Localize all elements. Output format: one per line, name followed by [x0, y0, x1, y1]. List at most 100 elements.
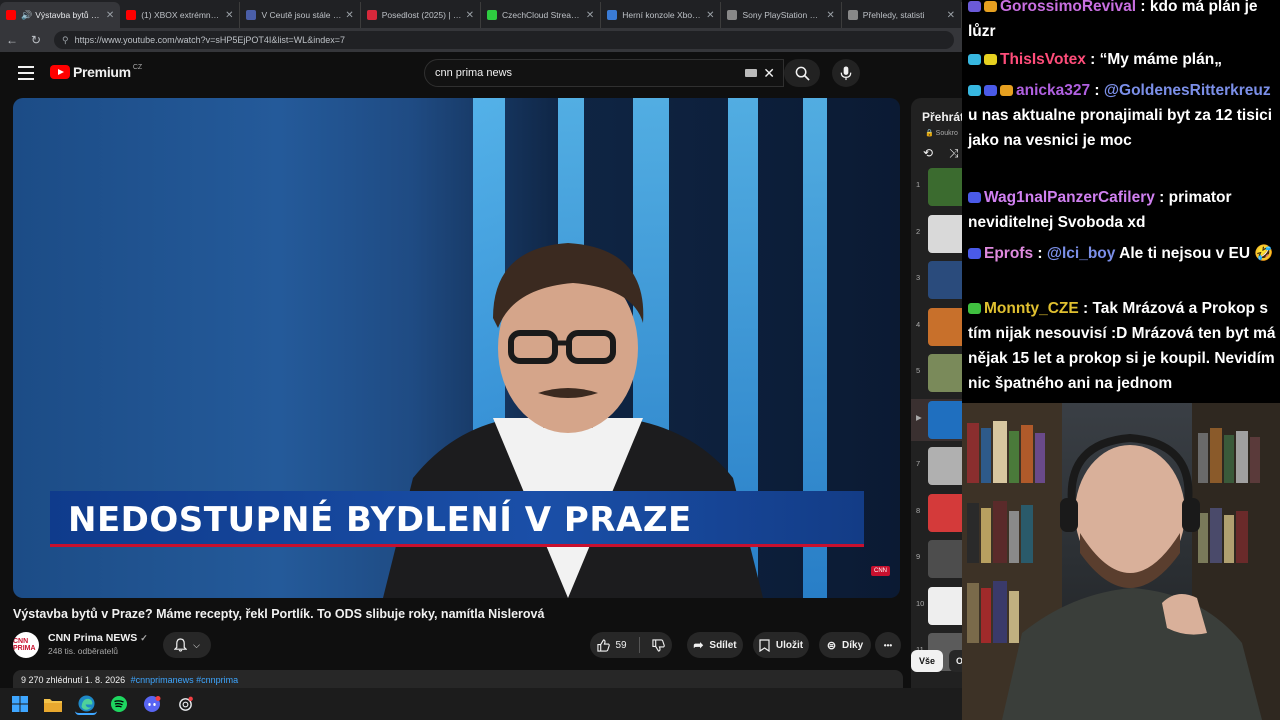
- tab-favicon-icon: [607, 10, 618, 20]
- browser-tab[interactable]: (1) XBOX extrémně zdra ✕: [120, 2, 241, 28]
- browser-tab[interactable]: 🔊Výstavba bytů v Praz ✕: [0, 2, 121, 28]
- browser-tab[interactable]: CzechCloud Stream - W ✕: [481, 2, 602, 28]
- cnn-prima-watermark: CNN: [871, 566, 890, 576]
- chat-badge-icon: [1000, 85, 1013, 96]
- playlist-privacy: 🔒 Soukro: [925, 130, 958, 137]
- subscription-bell-button[interactable]: ⌵: [163, 632, 211, 658]
- tab-favicon-icon: [126, 10, 137, 20]
- chatgpt-icon[interactable]: [174, 693, 196, 715]
- windows-start-icon[interactable]: [9, 693, 31, 715]
- playlist-item[interactable]: 2: [911, 213, 962, 255]
- tab-favicon-icon: [246, 10, 257, 20]
- chat-username[interactable]: GorossimoRevival: [1000, 0, 1136, 15]
- chat-username[interactable]: Eprofs: [984, 245, 1033, 262]
- tab-bar: 🔊Výstavba bytů v Praz✕(1) XBOX extrémně …: [0, 0, 962, 28]
- playlist-item[interactable]: 9: [911, 538, 962, 580]
- loop-icon[interactable]: ⟲: [923, 146, 933, 160]
- edge-browser-icon[interactable]: [75, 693, 97, 715]
- chip-all[interactable]: Vše: [911, 650, 943, 672]
- file-explorer-icon[interactable]: [42, 693, 64, 715]
- chat-badge-icon: [984, 85, 997, 96]
- youtube-logo[interactable]: Premium CZ: [50, 64, 142, 80]
- chat-text: : “My máme plán„: [1085, 51, 1222, 68]
- browser-tab[interactable]: Přehledy, statisti ✕: [842, 2, 962, 28]
- tab-title: V Ceutě jsou stále lisice: [261, 10, 341, 20]
- share-button[interactable]: ➦ Sdílet: [687, 632, 743, 658]
- chat-text: :: [1033, 245, 1047, 262]
- site-info-icon[interactable]: ⚲: [62, 35, 69, 46]
- search-input[interactable]: cnn prima news ✕: [424, 59, 784, 87]
- chat-username[interactable]: anicka327: [1016, 82, 1090, 99]
- shuffle-icon[interactable]: ⤨: [949, 146, 959, 161]
- chat-mention[interactable]: @lci_boy: [1047, 245, 1116, 262]
- playlist-item-index: 2: [916, 226, 921, 236]
- tab-title: CzechCloud Stream - W: [501, 10, 582, 20]
- tab-title: (1) XBOX extrémně zdra: [141, 10, 221, 20]
- save-button[interactable]: Uložit: [753, 632, 809, 658]
- playlist-title: Přehrát: [922, 110, 962, 124]
- channel-name[interactable]: CNN Prima NEWS ✓: [48, 632, 148, 644]
- browser-tab[interactable]: Posedlost (2025) | ČSFD ✕: [361, 2, 481, 28]
- thumbs-down-icon[interactable]: [651, 638, 665, 652]
- hamburger-menu-icon[interactable]: [18, 66, 34, 80]
- chat-message: Eprofs : @lci_boy Ale ti nejsou v EU 🤣: [968, 241, 1280, 266]
- logo-region: CZ: [132, 63, 143, 71]
- playlist-item-index: 4: [916, 319, 921, 329]
- tab-close-icon[interactable]: ✕: [106, 10, 114, 21]
- chip-other[interactable]: O: [949, 650, 962, 672]
- reload-icon[interactable]: ↻: [24, 33, 48, 47]
- channel-avatar[interactable]: CNN PRIMA: [13, 632, 39, 658]
- browser-tab[interactable]: V Ceutě jsou stále lisice ✕: [240, 2, 361, 28]
- playlist-item[interactable]: 5: [911, 352, 962, 394]
- back-icon[interactable]: ←: [0, 33, 24, 47]
- windows-taskbar: [0, 688, 962, 720]
- tab-close-icon[interactable]: ✕: [586, 10, 594, 21]
- tab-favicon-icon: [727, 10, 738, 20]
- tab-close-icon[interactable]: ✕: [466, 10, 474, 21]
- tab-close-icon[interactable]: ✕: [826, 10, 834, 21]
- playlist-item[interactable]: 8: [911, 492, 962, 534]
- browser-tab[interactable]: Sony PlayStation 4 Slim✕: [721, 2, 842, 28]
- playlist-item[interactable]: 7: [911, 445, 962, 487]
- playlist-item-thumbnail: [928, 586, 962, 625]
- clear-search-icon[interactable]: ✕: [763, 65, 775, 82]
- playlist-item-index: 8: [916, 505, 921, 515]
- browser-tab[interactable]: Herní konzole Xbox Seri ✕: [601, 2, 722, 28]
- tab-close-icon[interactable]: ✕: [345, 10, 353, 21]
- url-field[interactable]: ⚲ https://www.youtube.com/watch?v=sHP5Ej…: [54, 31, 954, 49]
- playlist-item[interactable]: ▶: [911, 398, 962, 441]
- stream-chat: GorossimoRevival : kdo má plán je lůzr Th…: [962, 0, 1280, 403]
- playlist-item-index: 7: [916, 459, 921, 468]
- video-player[interactable]: NEDOSTUPNÉ BYDLENÍ V PRAZE CNN: [13, 98, 900, 598]
- tab-audio-icon[interactable]: 🔊: [21, 10, 32, 21]
- chat-mention[interactable]: @GoldenesRitterkreuz: [1104, 82, 1271, 99]
- chat-username[interactable]: ThisIsVotex: [1000, 51, 1086, 68]
- playlist-item[interactable]: 10: [911, 585, 962, 627]
- search-button[interactable]: [784, 59, 820, 87]
- like-count: 59: [615, 639, 627, 651]
- chat-text: u nas aktualne pronajimali byt za 12 tis…: [968, 107, 1273, 149]
- hashtags[interactable]: #cnnprimanews #cnnprima: [131, 675, 239, 685]
- more-actions-button[interactable]: •••: [875, 632, 901, 658]
- chat-badge-icon: [968, 54, 981, 65]
- playlist-item[interactable]: 3: [911, 259, 962, 301]
- playlist-item[interactable]: 1: [911, 166, 962, 208]
- playlist-item[interactable]: 4: [911, 306, 962, 348]
- playlist-item-index: 5: [916, 366, 921, 375]
- tab-close-icon[interactable]: ✕: [706, 10, 714, 21]
- voice-search-button[interactable]: [832, 59, 860, 87]
- address-bar: ← ↻ ⚲ https://www.youtube.com/watch?v=sH…: [0, 28, 962, 52]
- tab-favicon-icon: [847, 10, 858, 20]
- tab-close-icon[interactable]: ✕: [947, 10, 955, 21]
- playlist-item-thumbnail: [928, 447, 962, 485]
- discord-icon[interactable]: [141, 693, 163, 715]
- keyboard-icon[interactable]: [745, 69, 757, 77]
- subscriber-count: 248 tis. odběratelů: [48, 646, 118, 656]
- thanks-button[interactable]: ⊜ Díky: [819, 632, 871, 658]
- spotify-icon[interactable]: [108, 693, 130, 715]
- like-button[interactable]: 59: [597, 638, 627, 652]
- chat-text: Ale ti nejsou v EU 🤣: [1115, 245, 1274, 262]
- tab-close-icon[interactable]: ✕: [225, 10, 233, 21]
- chat-username[interactable]: Monnty_CZE: [984, 300, 1079, 317]
- chat-username[interactable]: Wag1nalPanzerCafilery: [984, 189, 1155, 206]
